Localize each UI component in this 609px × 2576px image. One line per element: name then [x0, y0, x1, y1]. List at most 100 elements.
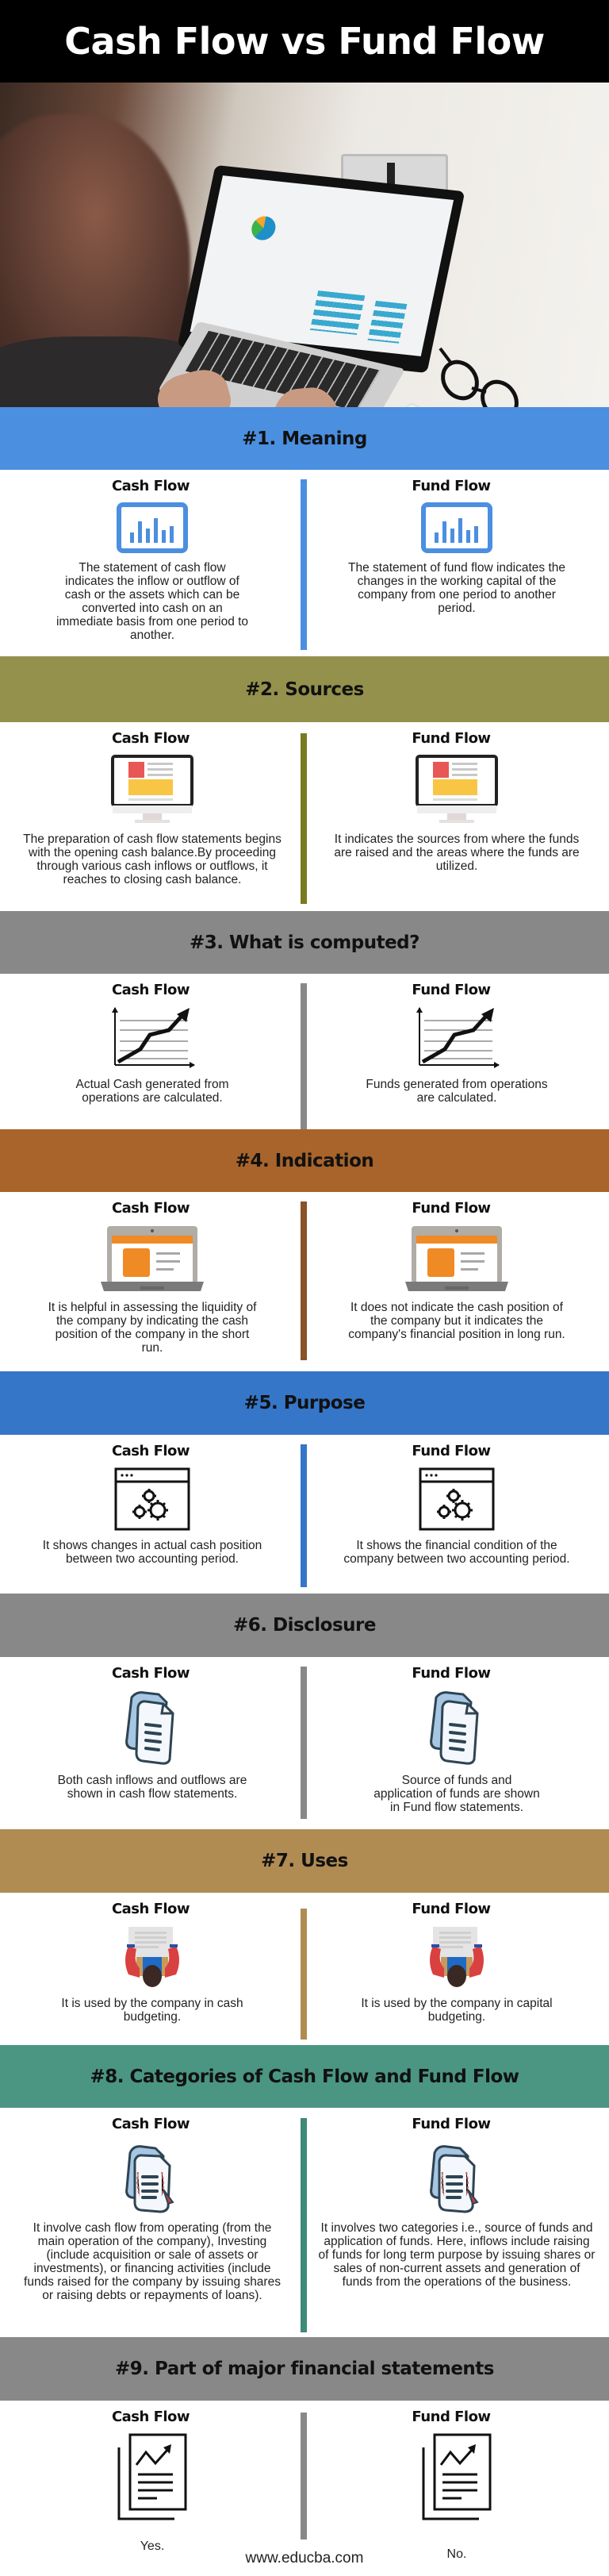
cash-flow-column: Cash Flow It involve cash flow from opera… [0, 2108, 304, 2302]
cash-flow-column: Cash Flow Both cash inflows and outflows … [0, 1657, 304, 1801]
comparison-text: It indicates the sources from where the … [334, 832, 580, 873]
comparison-text: Source of funds and application of funds… [373, 1774, 540, 1814]
column-title: Cash Flow [111, 2409, 190, 2425]
section-body: Cash Flow Actual Cash generated from oper… [0, 974, 609, 1129]
cash-flow-column: Cash Flow Actual Cash generated from oper… [0, 974, 304, 1105]
column-title: Cash Flow [111, 982, 190, 998]
page-title: Cash Flow vs Fund Flow [64, 20, 545, 63]
section-body: Cash Flow The preparation of cash flow st… [0, 722, 609, 911]
monitor-icon [0, 755, 304, 825]
section-heading: #8. Categories of Cash Flow and Fund Flo… [90, 2066, 519, 2087]
section-header: #5. Purpose [0, 1371, 609, 1435]
column-divider [301, 1909, 307, 2040]
growth-chart-icon [304, 1006, 609, 1070]
growth-chart-icon [0, 1006, 304, 1070]
glasses-icon [439, 347, 519, 407]
comparison-text: It is helpful in assessing the liquidity… [48, 1301, 257, 1355]
column-title: Cash Flow [111, 2116, 190, 2132]
fund-flow-column: Fund Flow The statement of fund flow indi… [304, 470, 609, 615]
cash-flow-column: Cash Flow It is helpful in assessing the … [0, 1192, 304, 1355]
section-body: Cash Flow It is used by the company in ca… [0, 1893, 609, 2045]
gears-window-icon [0, 1467, 304, 1531]
column-title: Cash Flow [111, 478, 190, 494]
person-at-desk-icon [0, 1925, 304, 1989]
section-heading: #7. Uses [261, 1851, 348, 1871]
bar-chart-image [309, 290, 366, 336]
monitor-icon [304, 755, 609, 825]
footer-url[interactable]: www.educba.com [0, 2550, 609, 2567]
section-heading: #6. Disclosure [232, 1615, 377, 1636]
column-divider [301, 1667, 307, 1819]
column-title: Fund Flow [412, 982, 491, 998]
column-title: Cash Flow [111, 1665, 190, 1682]
documents-icon [0, 1690, 304, 1766]
comparison-text: The preparation of cash flow statements … [23, 832, 282, 886]
laptop-icon [0, 1225, 304, 1293]
cash-flow-column: Cash Flow The statement of cash flow indi… [0, 470, 304, 642]
comparison-text: The statement of cash flow indicates the… [56, 561, 249, 642]
comparison-text: It is used by the company in capital bud… [361, 1997, 553, 2024]
fund-flow-column: Fund Flow It is used by the company in ca… [304, 1893, 609, 2024]
comparison-text: It does not indicate the cash position o… [348, 1301, 565, 1341]
section-header: #6. Disclosure [0, 1594, 609, 1657]
section-header: #7. Uses [0, 1829, 609, 1893]
column-title: Fund Flow [412, 730, 491, 747]
hero-photo [0, 83, 609, 407]
comparison-text: Both cash inflows and outflows are shown… [57, 1774, 247, 1801]
comparison-text: It shows changes in actual cash position… [42, 1539, 262, 1566]
comparison-sections: #1. Meaning Cash Flow The statement of cas… [0, 407, 609, 2576]
cash-flow-column: Cash Flow Yes. [0, 2401, 304, 2553]
bar-chart-icon [304, 502, 609, 553]
fund-flow-column: Fund Flow Source of funds and application… [304, 1657, 609, 1814]
bar-chart-image [367, 300, 408, 344]
column-title: Cash Flow [111, 1901, 190, 1917]
comparison-text: It involves two categories i.e., source … [318, 2221, 596, 2289]
cash-flow-column: Cash Flow It is used by the company in ca… [0, 1893, 304, 2024]
section-header: #9. Part of major financial statements [0, 2337, 609, 2401]
section-heading: #9. Part of major financial statements [115, 2359, 494, 2379]
section-header: #4. Indication [0, 1129, 609, 1192]
column-title: Cash Flow [111, 1200, 190, 1217]
comparison-text: It is used by the company in cash budget… [61, 1997, 243, 2024]
comparison-text: Actual Cash generated from operations ar… [75, 1078, 229, 1105]
section-body: Cash Flow Both cash inflows and outflows … [0, 1657, 609, 1829]
pie-chart-image [249, 215, 278, 242]
infographic: Cash Flow vs Fund Flow #1. Meaning Cash F… [0, 0, 609, 2576]
fund-flow-column: Fund Flow It indicates the sources from w… [304, 722, 609, 873]
column-title: Cash Flow [111, 730, 190, 747]
title-bar: Cash Flow vs Fund Flow [0, 0, 609, 83]
section-header: #3. What is computed? [0, 911, 609, 974]
person-at-desk-icon [304, 1925, 609, 1989]
fund-flow-column: Fund Flow It does not indicate the cash p… [304, 1192, 609, 1341]
section-heading: #5. Purpose [243, 1393, 366, 1413]
column-divider [301, 479, 307, 650]
column-divider [301, 983, 307, 1129]
comparison-text: It involve cash flow from operating (fro… [24, 2221, 281, 2302]
column-divider [301, 2118, 307, 2332]
cash-flow-column: Cash Flow It shows changes in actual cash… [0, 1435, 304, 1566]
document-edit-icon [304, 2140, 609, 2213]
document-edit-icon [0, 2140, 304, 2213]
report-icon [0, 2433, 304, 2522]
column-divider [301, 1444, 307, 1587]
section-heading: #2. Sources [245, 679, 364, 700]
column-divider [301, 733, 307, 904]
column-title: Fund Flow [412, 1665, 491, 1682]
column-divider [301, 2413, 307, 2539]
column-title: Cash Flow [111, 1443, 190, 1459]
cash-flow-column: Cash Flow The preparation of cash flow st… [0, 722, 304, 886]
fund-flow-column: Fund Flow It shows the financial conditio… [304, 1435, 609, 1566]
section-header: #2. Sources [0, 656, 609, 722]
section-heading: #4. Indication [235, 1150, 374, 1171]
column-title: Fund Flow [412, 478, 491, 494]
column-title: Fund Flow [412, 2116, 491, 2132]
section-heading: #1. Meaning [242, 428, 367, 449]
comparison-text: Funds generated from operations are calc… [366, 1078, 548, 1105]
section-header: #8. Categories of Cash Flow and Fund Flo… [0, 2045, 609, 2108]
gears-window-icon [304, 1467, 609, 1531]
documents-icon [304, 1690, 609, 1766]
column-title: Fund Flow [412, 1200, 491, 1217]
section-header: #1. Meaning [0, 407, 609, 470]
laptop-icon [304, 1225, 609, 1293]
fund-flow-column: Fund Flow It involves two categories i.e.… [304, 2108, 609, 2289]
